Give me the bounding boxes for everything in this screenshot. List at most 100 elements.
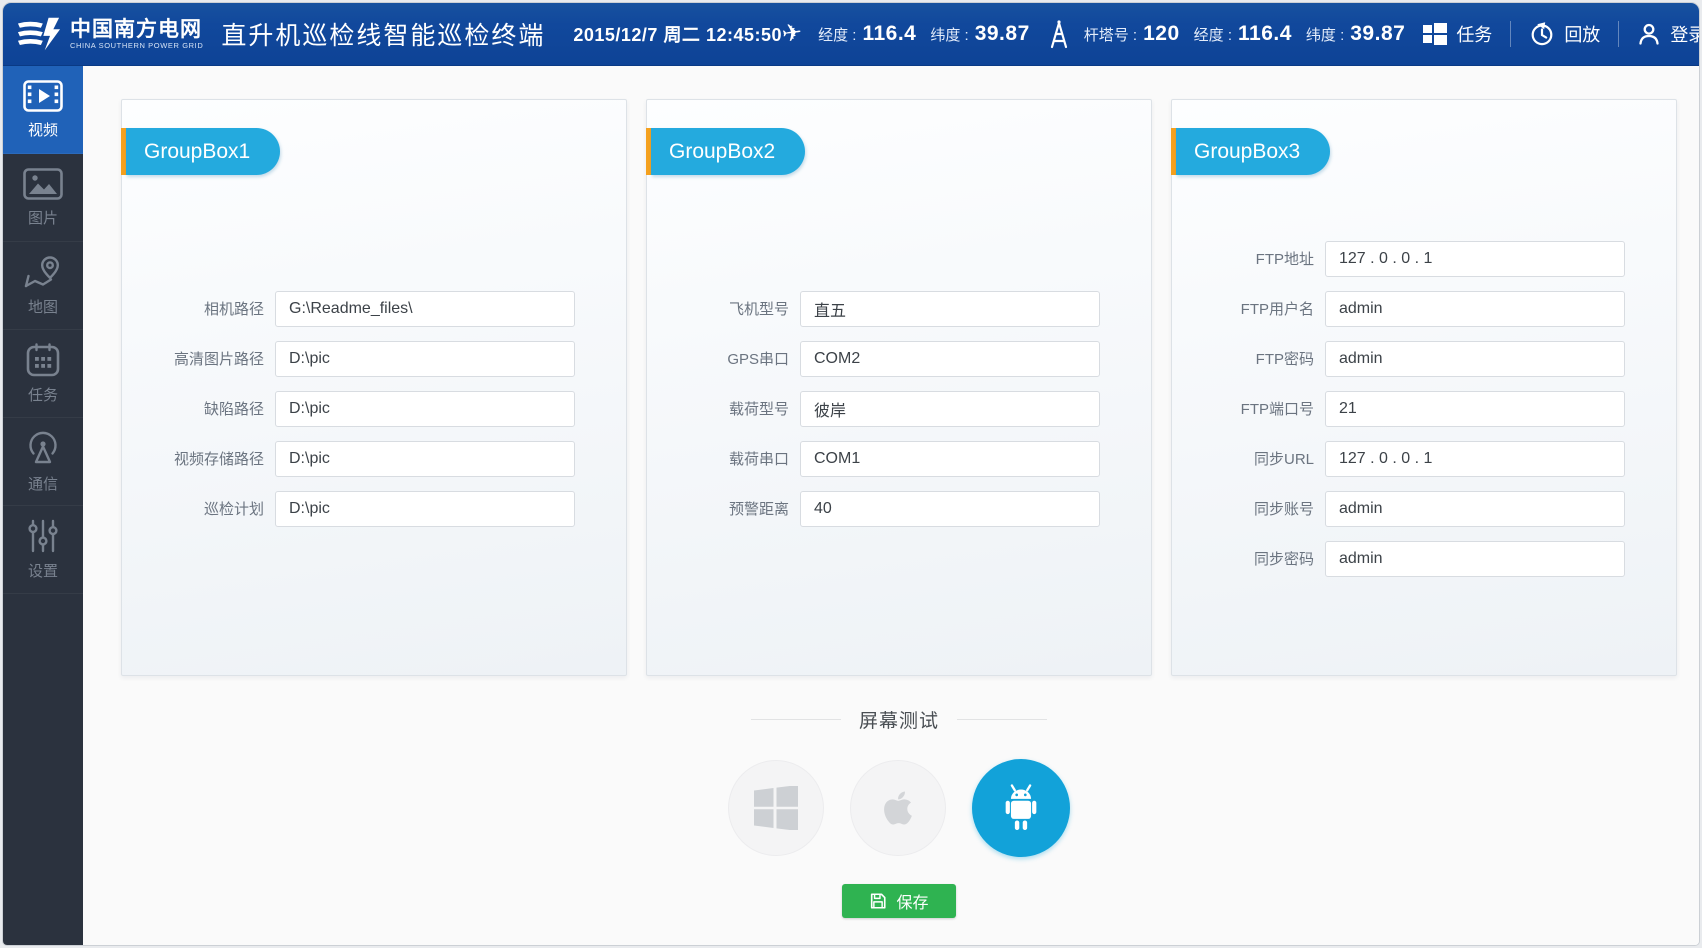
video-storage-path-input[interactable]: [275, 441, 575, 477]
field-row: FTP密码: [1172, 341, 1676, 377]
sync-password-input[interactable]: [1325, 541, 1625, 577]
hd-picture-path-input[interactable]: [275, 341, 575, 377]
tower-lon-label: 经度 :: [1194, 24, 1232, 45]
payload-model-label: 载荷型号: [647, 398, 789, 419]
windows-test-button[interactable]: [728, 760, 824, 856]
field-row: 载荷型号: [647, 391, 1151, 427]
power-grid-logo-icon: [17, 17, 61, 51]
sidebar-item-label: 地图: [28, 296, 58, 317]
payload-serial-input[interactable]: [800, 441, 1100, 477]
field-row: 视频存储路径: [122, 441, 626, 477]
sidebar-item-settings[interactable]: 设置: [3, 506, 83, 594]
inspection-plan-input[interactable]: [275, 491, 575, 527]
gps-serial-label: GPS串口: [647, 348, 789, 369]
save-button[interactable]: 保存: [842, 884, 956, 918]
apple-logo-icon: [876, 786, 920, 830]
ftp-password-input[interactable]: [1325, 341, 1625, 377]
tower-lat-value: 39.87: [1350, 22, 1405, 46]
broadcast-icon: [25, 430, 61, 466]
tasks-button-label: 任务: [1456, 21, 1492, 47]
groupbox1-fields: 相机路径 高清图片路径 缺陷路径 视频存储路径: [122, 100, 626, 675]
video-storage-path-label: 视频存储路径: [122, 448, 264, 469]
replay-button-label: 回放: [1564, 21, 1600, 47]
sidebar-item-communication[interactable]: 通信: [3, 418, 83, 506]
tiles-icon: [1423, 22, 1447, 46]
sync-url-label: 同步URL: [1172, 448, 1314, 469]
field-row: FTP端口号: [1172, 391, 1676, 427]
field-row: 飞机型号: [647, 291, 1151, 327]
groupbox2-panel: GroupBox2 飞机型号 GPS串口 载荷型号: [646, 99, 1152, 676]
tasks-button[interactable]: 任务: [1423, 21, 1492, 47]
aircraft-model-input[interactable]: [800, 291, 1100, 327]
sidebar-item-label: 通信: [28, 473, 58, 494]
tower-position-group: 杆塔号 : 120 经度 : 116.4 纬度 : 39.87: [1048, 19, 1406, 49]
ftp-port-input[interactable]: [1325, 391, 1625, 427]
app-window: 中国南方电网 CHINA SOUTHERN POWER GRID 直升机巡检线智…: [2, 2, 1700, 946]
sync-account-input[interactable]: [1325, 491, 1625, 527]
topbar-status-cluster: ✈ 经度 : 116.4 纬度 : 39.87 杆塔号 : 120: [782, 19, 1700, 49]
ftp-port-label: FTP端口号: [1172, 398, 1314, 419]
field-row: 高清图片路径: [122, 341, 626, 377]
sidebar-item-video[interactable]: 视频: [3, 66, 83, 154]
warning-distance-input[interactable]: [800, 491, 1100, 527]
sidebar-item-label: 设置: [28, 560, 58, 581]
aircraft-position-group: ✈ 经度 : 116.4 纬度 : 39.87: [782, 22, 1030, 46]
hd-picture-path-label: 高清图片路径: [122, 348, 264, 369]
sidebar-item-pictures[interactable]: 图片: [3, 154, 83, 242]
groupbox1-panel: GroupBox1 相机路径 高清图片路径 缺陷路径: [121, 99, 627, 676]
aircraft-lon-value: 116.4: [862, 22, 916, 46]
sidebar-item-label: 图片: [28, 207, 58, 228]
user-icon: [1637, 22, 1661, 46]
tower-icon: [1048, 19, 1070, 49]
sidebar-item-tasks[interactable]: 任务: [3, 330, 83, 418]
replay-button[interactable]: 回放: [1529, 21, 1600, 47]
ftp-address-label: FTP地址: [1172, 248, 1314, 269]
defect-path-label: 缺陷路径: [122, 398, 264, 419]
field-row: 同步密码: [1172, 541, 1676, 577]
field-row: 预警距离: [647, 491, 1151, 527]
field-row: 载荷串口: [647, 441, 1151, 477]
aircraft-lat-label: 纬度 :: [930, 24, 968, 45]
calendar-icon: [26, 343, 60, 377]
android-test-button[interactable]: [972, 759, 1070, 857]
payload-model-input[interactable]: [800, 391, 1100, 427]
replay-clock-icon: [1529, 21, 1555, 47]
camera-path-label: 相机路径: [122, 298, 264, 319]
plane-icon: ✈: [780, 21, 803, 48]
ftp-address-input[interactable]: [1325, 241, 1625, 277]
picture-icon: [23, 168, 63, 200]
camera-path-input[interactable]: [275, 291, 575, 327]
groupbox-panels: GroupBox1 相机路径 高清图片路径 缺陷路径: [121, 99, 1677, 676]
login-button[interactable]: 登录: [1637, 21, 1700, 47]
logo-subtitle: CHINA SOUTHERN POWER GRID: [70, 41, 203, 50]
field-row: FTP用户名: [1172, 291, 1676, 327]
sync-account-label: 同步账号: [1172, 498, 1314, 519]
sync-url-input[interactable]: [1325, 441, 1625, 477]
ftp-username-input[interactable]: [1325, 291, 1625, 327]
defect-path-input[interactable]: [275, 391, 575, 427]
android-logo-icon: [998, 783, 1044, 833]
sliders-icon: [26, 519, 60, 553]
apple-test-button[interactable]: [850, 760, 946, 856]
field-row: 同步账号: [1172, 491, 1676, 527]
field-row: 相机路径: [122, 291, 626, 327]
field-row: 巡检计划: [122, 491, 626, 527]
screen-test-section: 屏幕测试: [121, 706, 1677, 857]
sidebar-nav: 视频 图片 地图: [3, 66, 83, 945]
sidebar-item-map[interactable]: 地图: [3, 242, 83, 330]
windows-logo-icon: [754, 786, 798, 830]
floppy-icon: [869, 892, 887, 910]
login-button-label: 登录: [1670, 21, 1700, 47]
sidebar-item-label: 任务: [28, 384, 58, 405]
payload-serial-label: 载荷串口: [647, 448, 789, 469]
main-content: GroupBox1 相机路径 高清图片路径 缺陷路径: [83, 66, 1699, 945]
tower-id-value: 120: [1143, 22, 1180, 46]
groupbox2-fields: 飞机型号 GPS串口 载荷型号 载荷串口: [647, 100, 1151, 675]
video-icon: [23, 80, 63, 112]
tower-lon-value: 116.4: [1238, 22, 1292, 46]
gps-serial-input[interactable]: [800, 341, 1100, 377]
logo-title: 中国南方电网: [70, 19, 203, 41]
aircraft-model-label: 飞机型号: [647, 298, 789, 319]
field-row: 缺陷路径: [122, 391, 626, 427]
groupbox3-fields: FTP地址 FTP用户名 FTP密码 FTP端口号: [1172, 100, 1676, 675]
